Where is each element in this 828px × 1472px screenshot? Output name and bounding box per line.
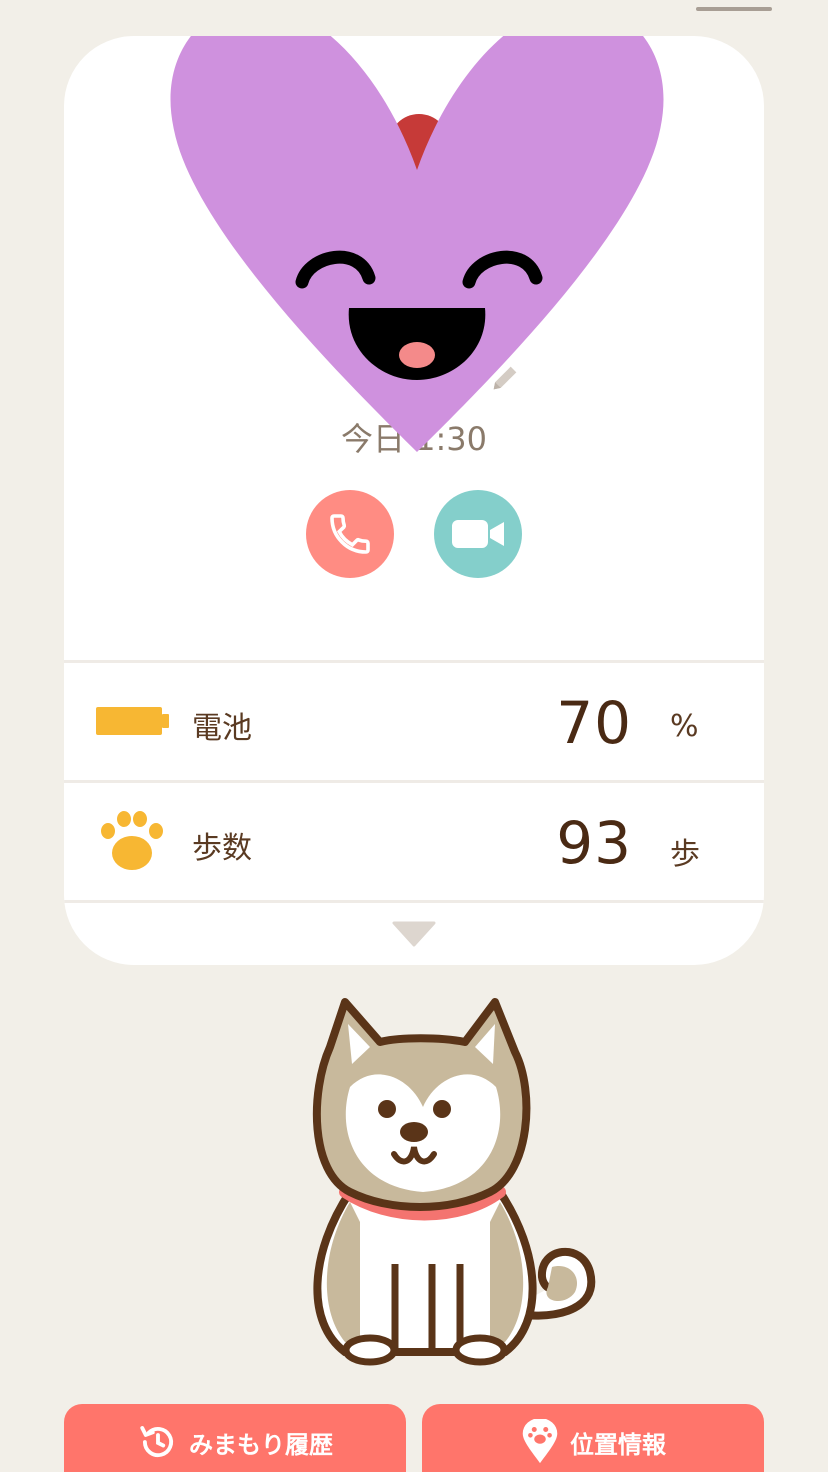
location-button[interactable]: 位置情報 <box>422 1404 764 1472</box>
location-label: 位置情報 <box>570 1430 666 1459</box>
heart-face-avatar[interactable] <box>164 36 670 452</box>
voice-call-button[interactable] <box>306 490 394 578</box>
divider <box>64 900 764 903</box>
paw-icon <box>101 811 163 870</box>
video-camera-icon <box>452 520 504 548</box>
steps-value: 93 <box>556 809 632 877</box>
steps-unit: 歩 <box>670 837 700 872</box>
chevron-down-icon[interactable] <box>392 921 436 947</box>
battery-unit: % <box>670 709 699 744</box>
steps-label: 歩数 <box>192 831 252 866</box>
profile-section: 今日 1:30 <box>64 36 764 660</box>
phone-icon <box>330 514 370 554</box>
shiba-dog-illustration <box>312 998 596 1366</box>
battery-icon <box>96 707 169 735</box>
battery-label: 電池 <box>192 711 252 746</box>
steps-row: 歩数 93 歩 <box>64 780 764 896</box>
menu-handle[interactable] <box>696 7 772 11</box>
watch-status-card: 今日 1:30 電池 70 % <box>64 36 764 965</box>
battery-value: 70 <box>556 689 632 757</box>
map-pin-paw-icon <box>522 1419 558 1464</box>
clock-history-icon <box>140 1426 174 1458</box>
battery-row: 電池 70 % <box>64 660 764 776</box>
video-call-button[interactable] <box>434 490 522 578</box>
history-button[interactable]: みまもり履歴 <box>64 1404 406 1472</box>
history-label: みまもり履歴 <box>189 1430 333 1459</box>
